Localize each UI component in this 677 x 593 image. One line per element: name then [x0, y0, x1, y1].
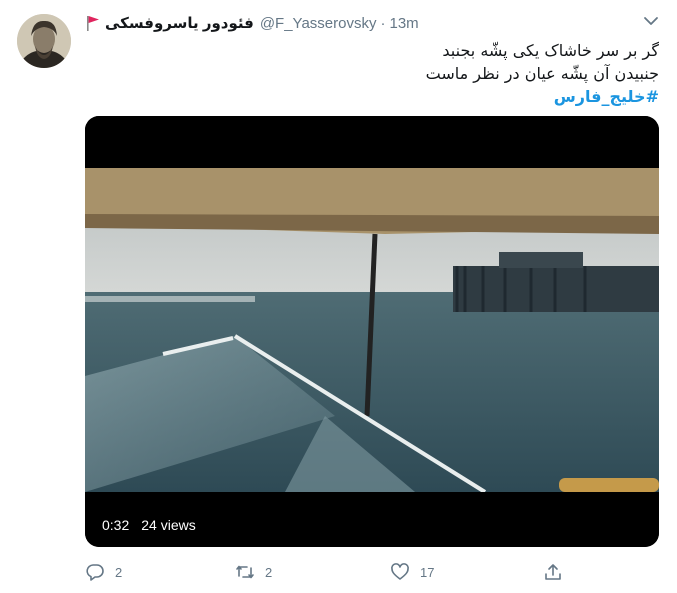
timestamp[interactable]: 13m [389, 15, 418, 32]
video-frame [85, 116, 659, 547]
retweet-count: 2 [265, 564, 273, 580]
video-player[interactable]: 0:32 24 views [85, 116, 659, 547]
user-handle[interactable]: @F_Yasserovsky [260, 15, 377, 32]
hashtag-link[interactable]: #خلیج_فارس [85, 85, 659, 109]
chevron-down-icon[interactable] [642, 12, 660, 30]
reply-count: 2 [115, 564, 123, 580]
tweet-text-line-2: جنبیدن آن پشّه عیان در نظر ماست [425, 64, 659, 83]
reply-icon [86, 564, 104, 581]
avatar[interactable] [17, 14, 71, 68]
tweet-text-line-1: گر بر سر خاشاک یکی پشّه بجنبد [442, 41, 659, 60]
tweet-header: فئودور یاسروفسکی @F_Yasserovsky · 13m [85, 12, 419, 34]
share-button[interactable] [543, 562, 563, 582]
share-icon [545, 564, 561, 580]
like-button[interactable]: 17 [390, 562, 434, 582]
display-name[interactable]: فئودور یاسروفسکی [105, 14, 254, 32]
retweet-icon [236, 565, 254, 579]
tweet-actions: 2 2 17 [85, 562, 659, 582]
reply-button[interactable]: 2 [85, 562, 122, 582]
heart-icon [391, 563, 409, 580]
red-flag-icon [85, 14, 101, 32]
separator: · [380, 14, 386, 32]
retweet-button[interactable]: 2 [235, 562, 272, 582]
tweet[interactable]: فئودور یاسروفسکی @F_Yasserovsky · 13m گر… [0, 0, 677, 593]
like-count: 17 [420, 564, 435, 580]
video-duration: 0:32 [102, 517, 130, 533]
video-views: 24 views [141, 517, 196, 533]
video-info: 0:32 24 views [102, 517, 196, 533]
